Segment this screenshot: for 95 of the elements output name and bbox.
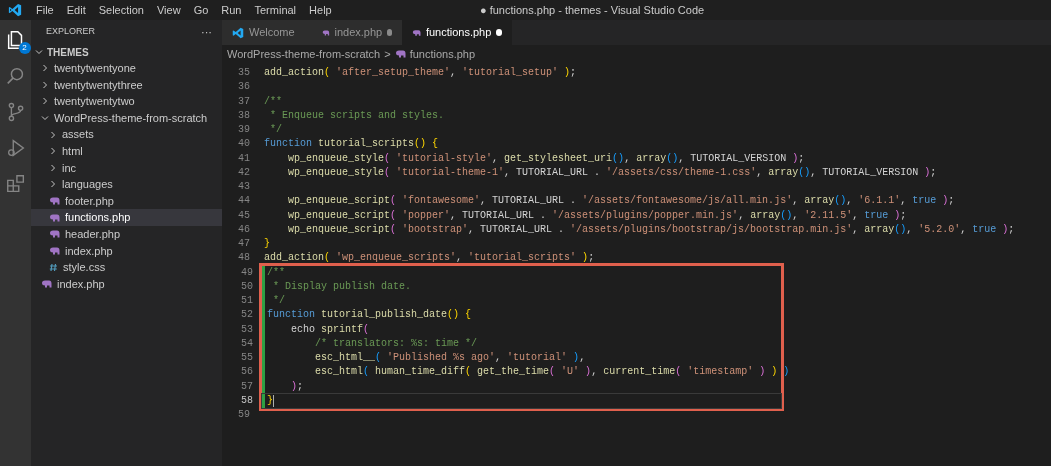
tree-item[interactable]: twentytwentyone: [31, 60, 222, 77]
tree-item[interactable]: languages: [31, 176, 222, 193]
hash-icon: [49, 262, 58, 272]
line-number: 44: [237, 194, 250, 209]
line-number: 53: [240, 322, 253, 337]
tree-item[interactable]: inc: [31, 159, 222, 177]
tree-item[interactable]: style.css: [31, 259, 222, 276]
code-line: esc_html( human_time_diff( get_the_time( 'U' ), current_time( 'timestamp' ) ) ): [314, 365, 790, 380]
code-line: wp_enqueue_style( 'tutorial-theme-1', TUTORIAL_URL . '/assets/css/theme-1.css', array(), TUTORIAL_VERSION );: [287, 165, 937, 180]
chevron-down-icon: [41, 114, 49, 123]
vscode-logo-icon: [8, 3, 22, 17]
tree-item[interactable]: html: [31, 142, 222, 160]
line-number: 39: [237, 123, 250, 137]
code-line: /* translators: %s: time */: [314, 336, 478, 351]
elephant-icon: [394, 50, 406, 58]
line-number: 56: [240, 365, 253, 380]
line-number: 42: [237, 165, 250, 180]
code-line: add_action( 'wp_enqueue_scripts', 'tutorial_scripts' );: [263, 251, 595, 266]
code-line: function tutorial_publish_date() {: [266, 308, 472, 323]
code-line: esc_html__( 'Published %s ago', 'tutorial' ),: [314, 351, 586, 365]
elephant-icon: [49, 246, 60, 255]
chevron-down-icon: [35, 48, 43, 56]
tree-item[interactable]: index.php: [31, 275, 222, 293]
more-actions-button[interactable]: ···: [201, 23, 212, 41]
code-line: }: [266, 393, 273, 408]
notification-badge: 2: [18, 42, 31, 54]
menu-item[interactable]: File: [30, 1, 60, 19]
code-line: * Enqueue scripts and styles.: [269, 108, 445, 123]
menu-item[interactable]: Terminal: [248, 1, 303, 19]
elephant-icon: [412, 28, 421, 37]
tree-item[interactable]: functions.php: [31, 209, 222, 226]
line-number: 55: [240, 351, 253, 365]
tree-item[interactable]: assets: [31, 126, 222, 143]
code-line: /**: [266, 265, 285, 280]
line-number: 50: [240, 279, 253, 294]
menu-item[interactable]: Selection: [92, 1, 150, 19]
breadcrumb-item[interactable]: WordPress-theme-from-scratch: [227, 45, 381, 63]
vscode-logo-icon: [232, 26, 244, 39]
code-line: add_action( 'after_setup_theme', 'tutorial_setup' );: [263, 66, 577, 80]
elephant-icon: [49, 230, 60, 239]
line-number: 51: [240, 294, 253, 308]
editor-tab[interactable]: index.php: [312, 20, 402, 45]
menu-item[interactable]: Help: [303, 1, 338, 19]
line-number: 38: [237, 108, 250, 123]
line-number: 48: [237, 251, 250, 266]
code-line: echo sprintf(: [290, 322, 370, 337]
breadcrumb-item[interactable]: functions.php: [409, 45, 476, 63]
code-line: */: [272, 294, 285, 308]
code-line: wp_enqueue_script( 'fontawesome', TUTORIAL_URL . '/assets/fontawesome/js/all.min.js', array(), '6.1.1', true );: [287, 194, 955, 209]
tree-item[interactable]: twentytwentythree: [31, 76, 222, 94]
line-number: 35: [237, 66, 250, 80]
elephant-icon: [49, 213, 60, 222]
elephant-icon: [49, 197, 60, 206]
line-number: 46: [237, 222, 250, 237]
tree-item[interactable]: twentytwentytwo: [31, 93, 222, 110]
line-number: 57: [240, 379, 253, 394]
line-number: 47: [237, 237, 250, 251]
line-number: 43: [237, 180, 250, 194]
code-line: wp_enqueue_script( 'bootstrap', TUTORIAL_URL . '/assets/plugins/bootstrap/js/bootstrap.min.js', array(), '5.2.0', true );: [287, 222, 1015, 237]
menu-item[interactable]: Run: [215, 1, 248, 19]
tree-header[interactable]: THEMES: [31, 44, 222, 60]
tree-item[interactable]: footer.php: [31, 192, 222, 210]
code-line: wp_enqueue_script( 'popper', TUTORIAL_URL . '/assets/plugins/popper.min.js', array(), '2.11.5', true );: [287, 208, 907, 223]
line-number: 52: [240, 308, 253, 323]
tree-item[interactable]: index.php: [31, 242, 222, 260]
code-line: /**: [263, 94, 282, 109]
line-number: 58: [240, 393, 253, 408]
line-number: 59: [237, 408, 250, 422]
sidebar-title: EXPLORER: [46, 25, 96, 39]
editor-tab[interactable]: Welcome: [222, 20, 312, 45]
window-title: ● functions.php - themes - Visual Studio Code: [480, 2, 705, 18]
elephant-icon: [322, 28, 330, 37]
line-number: 54: [240, 336, 253, 351]
code-line: }: [263, 237, 270, 251]
tree-item[interactable]: WordPress-theme-from-scratch: [31, 109, 222, 127]
line-number: 40: [237, 137, 250, 152]
menu-item[interactable]: Go: [187, 1, 215, 19]
line-number: 45: [237, 208, 250, 223]
menu-item[interactable]: Edit: [60, 1, 92, 19]
line-number: 41: [237, 151, 250, 166]
tree-item[interactable]: header.php: [31, 225, 222, 243]
line-number: 49: [240, 265, 253, 280]
code-line: function tutorial_scripts() {: [263, 137, 439, 152]
menu-item[interactable]: View: [150, 1, 187, 19]
text-cursor: [273, 394, 274, 407]
code-line: * Display publish date.: [272, 279, 412, 294]
editor-tab[interactable]: functions.php: [402, 20, 512, 45]
line-number: 37: [237, 94, 250, 109]
code-line: );: [290, 379, 304, 394]
line-number: 36: [237, 80, 250, 95]
code-line: */: [269, 123, 282, 137]
breadcrumb-separator: >: [384, 46, 391, 62]
elephant-icon: [41, 280, 52, 288]
code-line: wp_enqueue_style( 'tutorial-style', get_stylesheet_uri(), array(), TUTORIAL_VERSION );: [287, 151, 805, 166]
extensions-icon[interactable]: [4, 173, 27, 195]
